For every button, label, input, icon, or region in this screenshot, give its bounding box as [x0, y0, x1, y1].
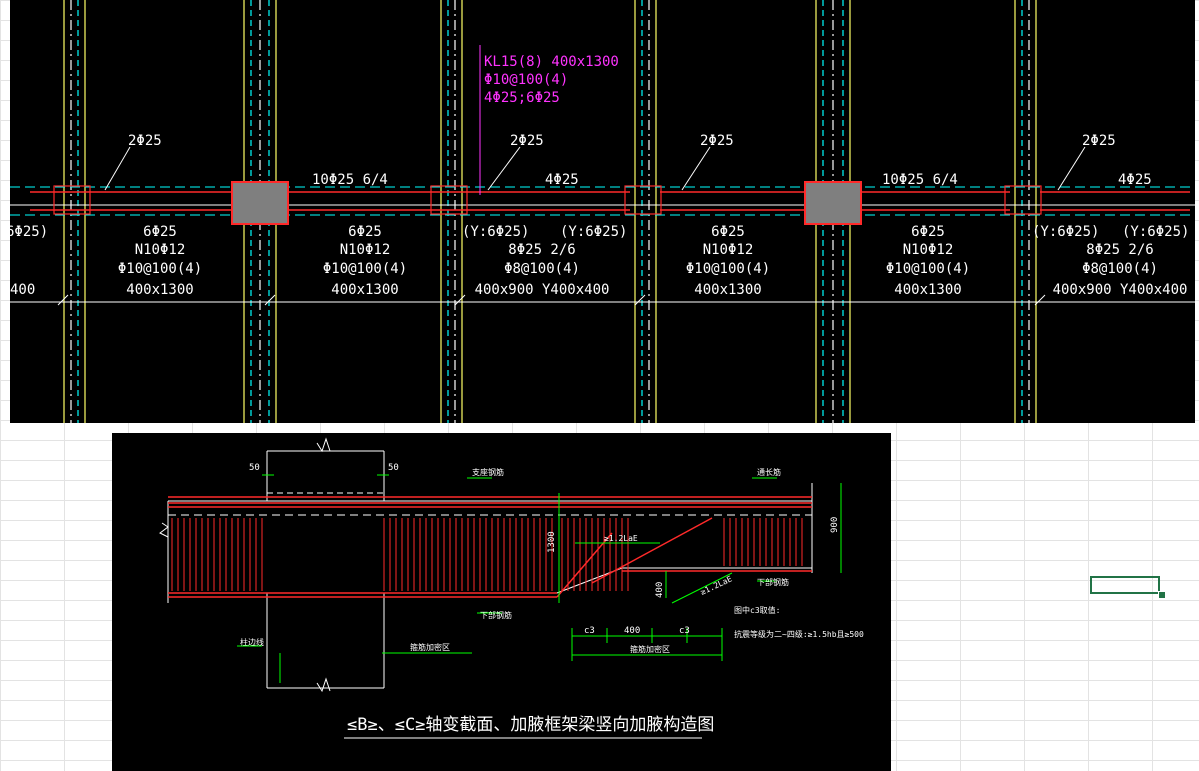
- top-label-2: 10Φ25 6/4: [312, 172, 388, 188]
- span3-size: 400x900 Y400x400: [475, 282, 610, 298]
- span5-stirrup: Φ10@100(4): [886, 261, 970, 277]
- rebar-lines: [30, 191, 1190, 211]
- dim-right-50: 50: [388, 463, 399, 473]
- note-1: 图中c3取值:: [734, 605, 780, 615]
- label-top-bar: 支座钢筋: [472, 467, 504, 477]
- callout-line1: KL15(8) 400x1300: [484, 54, 619, 70]
- span2-bottom: 6Φ25: [348, 224, 382, 240]
- label-column: 柱边线: [240, 637, 264, 647]
- span4-bottom: 6Φ25: [711, 224, 745, 240]
- span6-size: 400x900 Y400x400: [1053, 282, 1188, 298]
- top-label-6: 10Φ25 6/4: [882, 172, 958, 188]
- callout-line3: 4Φ25;6Φ25: [484, 90, 560, 106]
- label-top-right: 通长筋: [757, 467, 781, 477]
- span3-bottom: 8Φ25 2/6: [508, 242, 575, 258]
- column-1[interactable]: [231, 181, 289, 225]
- span2-size: 400x1300: [331, 282, 398, 298]
- column-outline: [167, 450, 813, 689]
- span5-torsion: N10Φ12: [903, 242, 954, 258]
- label-anchor-2: ≥1.2LaE: [699, 574, 734, 596]
- label-bottom-right: 下部钢筋: [757, 577, 789, 587]
- dim-1300: 1300: [547, 531, 557, 553]
- span1-bottom: 6Φ25: [143, 224, 177, 240]
- span3-stirrup: Φ8@100(4): [504, 261, 580, 277]
- dim-900: 900: [830, 517, 840, 533]
- selected-cell[interactable]: [1090, 576, 1160, 594]
- left-edge-haunch: 6Φ25): [10, 224, 48, 240]
- dim-c3-a: c3: [584, 626, 595, 636]
- haunch-detail-drawing[interactable]: 50 50 1300 900 400 c3 400 c3 支座钢筋 通长筋 ≥1…: [112, 433, 891, 771]
- top-label-4: 4Φ25: [545, 172, 579, 188]
- span3-haunch-left: (Y:6Φ25): [462, 224, 529, 240]
- span1-torsion: N10Φ12: [135, 242, 186, 258]
- span3-haunch-right: (Y:6Φ25): [560, 224, 627, 240]
- axis-group-6: [1014, 0, 1037, 423]
- label-zone-right: 箍筋加密区: [630, 644, 670, 654]
- left-edge-size: 400: [10, 282, 35, 298]
- top-label-1: 2Φ25: [128, 133, 162, 149]
- span6-haunch-left: (Y:6Φ25): [1032, 224, 1099, 240]
- span-2-labels: 6Φ25 N10Φ12 Φ10@100(4) 400x1300: [323, 224, 407, 298]
- dim-haunch-400: 400: [655, 582, 665, 598]
- span5-bottom: 6Φ25: [911, 224, 945, 240]
- beam-plan-drawing[interactable]: KL15(8) 400x1300 Φ10@100(4) 4Φ25;6Φ25 2Φ…: [10, 0, 1195, 423]
- span6-haunch-right: (Y:6Φ25): [1122, 224, 1189, 240]
- top-label-3: 2Φ25: [510, 133, 544, 149]
- label-zone-left: 箍筋加密区: [410, 642, 450, 652]
- break-mark-bottom: [316, 677, 331, 693]
- span6-stirrup: Φ8@100(4): [1082, 261, 1158, 277]
- span4-torsion: N10Φ12: [703, 242, 754, 258]
- span-1-labels: 6Φ25 N10Φ12 Φ10@100(4) 400x1300: [118, 224, 202, 298]
- span6-bottom: 8Φ25 2/6: [1086, 242, 1153, 258]
- span5-size: 400x1300: [894, 282, 961, 298]
- beam-plan-svg: KL15(8) 400x1300 Φ10@100(4) 4Φ25;6Φ25 2Φ…: [10, 0, 1195, 423]
- dim-c3-b: c3: [679, 626, 690, 636]
- span-5-labels: 6Φ25 N10Φ12 Φ10@100(4) 400x1300: [886, 224, 970, 298]
- callout-line2: Φ10@100(4): [484, 72, 568, 88]
- span-4-labels: 6Φ25 N10Φ12 Φ10@100(4) 400x1300: [686, 224, 770, 298]
- axis-group-3: [440, 0, 463, 423]
- fill-handle[interactable]: [1158, 591, 1166, 599]
- haunch-detail-svg: 50 50 1300 900 400 c3 400 c3 支座钢筋 通长筋 ≥1…: [159, 437, 864, 739]
- span-3-labels: (Y:6Φ25) (Y:6Φ25) 8Φ25 2/6 Φ8@100(4) 400…: [462, 224, 627, 298]
- span4-stirrup: Φ10@100(4): [686, 261, 770, 277]
- column-2[interactable]: [804, 181, 862, 225]
- axis-group-1: [63, 0, 86, 423]
- span1-stirrup: Φ10@100(4): [118, 261, 202, 277]
- top-label-5: 2Φ25: [700, 133, 734, 149]
- top-label-8: 4Φ25: [1118, 172, 1152, 188]
- span4-size: 400x1300: [694, 282, 761, 298]
- span1-size: 400x1300: [126, 282, 193, 298]
- note-2: 抗震等级为二~四级:≥1.5hb且≥500: [734, 629, 864, 639]
- axis-group-4: [634, 0, 657, 423]
- green-dims: [237, 474, 842, 683]
- stirrups-left: [171, 518, 553, 591]
- dim-left-50: 50: [249, 463, 260, 473]
- label-anchor-1: ≥1.2LaE: [604, 534, 638, 543]
- label-bottom-bar: 下部钢筋: [480, 610, 512, 620]
- dim-400: 400: [624, 626, 640, 636]
- span-6-labels: (Y:6Φ25) (Y:6Φ25) 8Φ25 2/6 Φ8@100(4) 400…: [1032, 224, 1189, 298]
- break-mark-left: [159, 522, 169, 538]
- top-label-7: 2Φ25: [1082, 133, 1116, 149]
- span2-stirrup: Φ10@100(4): [323, 261, 407, 277]
- break-mark-top: [316, 437, 331, 453]
- detail-title: ≤B≥、≤C≥轴变截面、加腋框架梁竖向加腋构造图: [347, 715, 714, 735]
- span2-torsion: N10Φ12: [340, 242, 391, 258]
